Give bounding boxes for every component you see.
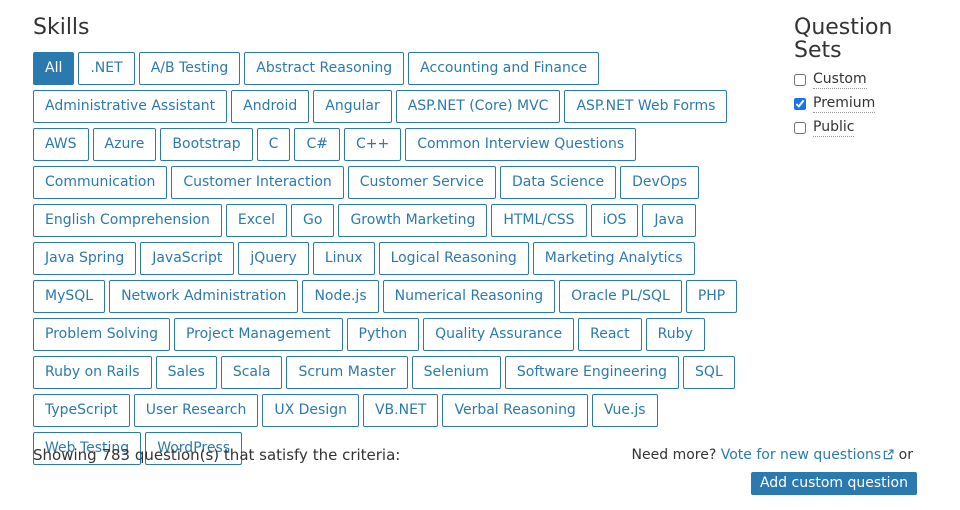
skill-tag-sql[interactable]: SQL bbox=[683, 356, 735, 389]
skill-tag-verbal-reasoning[interactable]: Verbal Reasoning bbox=[442, 394, 588, 427]
skill-tag-javascript[interactable]: JavaScript bbox=[140, 242, 235, 275]
skill-tag-typescript[interactable]: TypeScript bbox=[33, 394, 130, 427]
skill-tag-devops[interactable]: DevOps bbox=[620, 166, 700, 199]
skill-tag-c[interactable]: C++ bbox=[343, 128, 402, 161]
question-set-custom[interactable]: Custom bbox=[794, 68, 944, 92]
add-custom-question-button[interactable]: Add custom question bbox=[750, 472, 917, 495]
skill-tag-c[interactable]: C bbox=[256, 128, 291, 161]
question-sets-heading: Question Sets bbox=[794, 15, 893, 63]
skill-tag-accounting-and-finance[interactable]: Accounting and Finance bbox=[408, 52, 600, 85]
skill-tag-quality-assurance[interactable]: Quality Assurance bbox=[423, 318, 575, 351]
skill-tag-asp-net-web-forms[interactable]: ASP.NET Web Forms bbox=[564, 90, 728, 123]
skill-tag-ruby-on-rails[interactable]: Ruby on Rails bbox=[33, 356, 152, 389]
vote-new-questions-label: Vote for new questions bbox=[720, 447, 882, 463]
skill-tag-java[interactable]: Java bbox=[642, 204, 696, 237]
question-set-public-label: Public bbox=[813, 119, 855, 137]
skill-tag-ux-design[interactable]: UX Design bbox=[262, 394, 359, 427]
need-more-line: Need more? Vote for new questions or bbox=[632, 447, 913, 463]
skill-tag-ruby[interactable]: Ruby bbox=[645, 318, 705, 351]
skill-tag-azure[interactable]: Azure bbox=[92, 128, 157, 161]
results-count-text: Showing 783 question(s) that satisfy the… bbox=[33, 446, 401, 464]
skill-tag-user-research[interactable]: User Research bbox=[133, 394, 259, 427]
skill-tag-excel[interactable]: Excel bbox=[225, 204, 288, 237]
skill-tag-mysql[interactable]: MySQL bbox=[33, 280, 106, 313]
question-set-custom-checkbox[interactable] bbox=[794, 74, 806, 86]
question-set-custom-label: Custom bbox=[813, 71, 867, 89]
question-set-premium-checkbox[interactable] bbox=[794, 98, 806, 110]
question-sets-panel: Question Sets Custom Premium Public bbox=[794, 16, 944, 140]
skill-tag-react[interactable]: React bbox=[578, 318, 642, 351]
skill-tag-selenium[interactable]: Selenium bbox=[411, 356, 501, 389]
skill-tag-numerical-reasoning[interactable]: Numerical Reasoning bbox=[382, 280, 556, 313]
skill-tag-project-management[interactable]: Project Management bbox=[173, 318, 343, 351]
external-link-icon bbox=[883, 449, 894, 460]
question-set-premium[interactable]: Premium bbox=[794, 92, 944, 116]
skill-tag-abstract-reasoning[interactable]: Abstract Reasoning bbox=[244, 52, 405, 85]
skill-tag-jquery[interactable]: jQuery bbox=[238, 242, 309, 275]
skill-tag-net[interactable]: .NET bbox=[78, 52, 135, 85]
vote-new-questions-link[interactable]: Vote for new questions bbox=[721, 447, 894, 463]
skills-heading: Skills bbox=[33, 15, 90, 40]
skill-tag-a-b-testing[interactable]: A/B Testing bbox=[138, 52, 241, 85]
skill-tag-all[interactable]: All bbox=[33, 52, 75, 85]
or-label: or bbox=[898, 447, 913, 463]
skill-tag-software-engineering[interactable]: Software Engineering bbox=[504, 356, 680, 389]
skill-tag-java-spring[interactable]: Java Spring bbox=[33, 242, 137, 275]
skill-tag-communication[interactable]: Communication bbox=[33, 166, 168, 199]
question-set-public[interactable]: Public bbox=[794, 116, 944, 140]
skill-tag-html-css[interactable]: HTML/CSS bbox=[491, 204, 587, 237]
skill-tag-customer-service[interactable]: Customer Service bbox=[347, 166, 496, 199]
skill-tag-asp-net-core-mvc[interactable]: ASP.NET (Core) MVC bbox=[395, 90, 561, 123]
skill-tag-vb-net[interactable]: VB.NET bbox=[362, 394, 439, 427]
skill-tag-go[interactable]: Go bbox=[291, 204, 335, 237]
skill-tag-bootstrap[interactable]: Bootstrap bbox=[160, 128, 253, 161]
skill-tag-growth-marketing[interactable]: Growth Marketing bbox=[338, 204, 488, 237]
skill-tag-network-administration[interactable]: Network Administration bbox=[109, 280, 299, 313]
skill-tag-scala[interactable]: Scala bbox=[220, 356, 283, 389]
skill-tag-android[interactable]: Android bbox=[231, 90, 310, 123]
skill-tag-administrative-assistant[interactable]: Administrative Assistant bbox=[33, 90, 228, 123]
skill-tag-python[interactable]: Python bbox=[346, 318, 420, 351]
skill-tag-scrum-master[interactable]: Scrum Master bbox=[286, 356, 408, 389]
skill-tag-aws[interactable]: AWS bbox=[33, 128, 89, 161]
skill-tag-oracle-pl-sql[interactable]: Oracle PL/SQL bbox=[559, 280, 682, 313]
skill-tag-logical-reasoning[interactable]: Logical Reasoning bbox=[378, 242, 529, 275]
skill-tag-vue-js[interactable]: Vue.js bbox=[591, 394, 658, 427]
skill-tag-c[interactable]: C# bbox=[294, 128, 340, 161]
skill-tag-linux[interactable]: Linux bbox=[312, 242, 375, 275]
skills-tag-list: All .NET A/B Testing Abstract Reasoning Acco… bbox=[33, 52, 763, 465]
need-more-label: Need more? bbox=[631, 447, 717, 463]
skill-tag-php[interactable]: PHP bbox=[685, 280, 738, 313]
skill-tag-common-interview-questions[interactable]: Common Interview Questions bbox=[405, 128, 637, 161]
skill-tag-angular[interactable]: Angular bbox=[313, 90, 392, 123]
question-sets-list: Custom Premium Public bbox=[794, 68, 944, 140]
skill-tag-ios[interactable]: iOS bbox=[590, 204, 639, 237]
question-set-public-checkbox[interactable] bbox=[794, 122, 806, 134]
skill-tag-data-science[interactable]: Data Science bbox=[499, 166, 617, 199]
question-set-premium-label: Premium bbox=[813, 95, 876, 113]
skill-tag-customer-interaction[interactable]: Customer Interaction bbox=[171, 166, 344, 199]
skill-tag-marketing-analytics[interactable]: Marketing Analytics bbox=[532, 242, 695, 275]
skill-tag-node-js[interactable]: Node.js bbox=[302, 280, 379, 313]
skill-tag-sales[interactable]: Sales bbox=[155, 356, 217, 389]
skill-tag-english-comprehension[interactable]: English Comprehension bbox=[33, 204, 222, 237]
skill-tag-problem-solving[interactable]: Problem Solving bbox=[33, 318, 170, 351]
